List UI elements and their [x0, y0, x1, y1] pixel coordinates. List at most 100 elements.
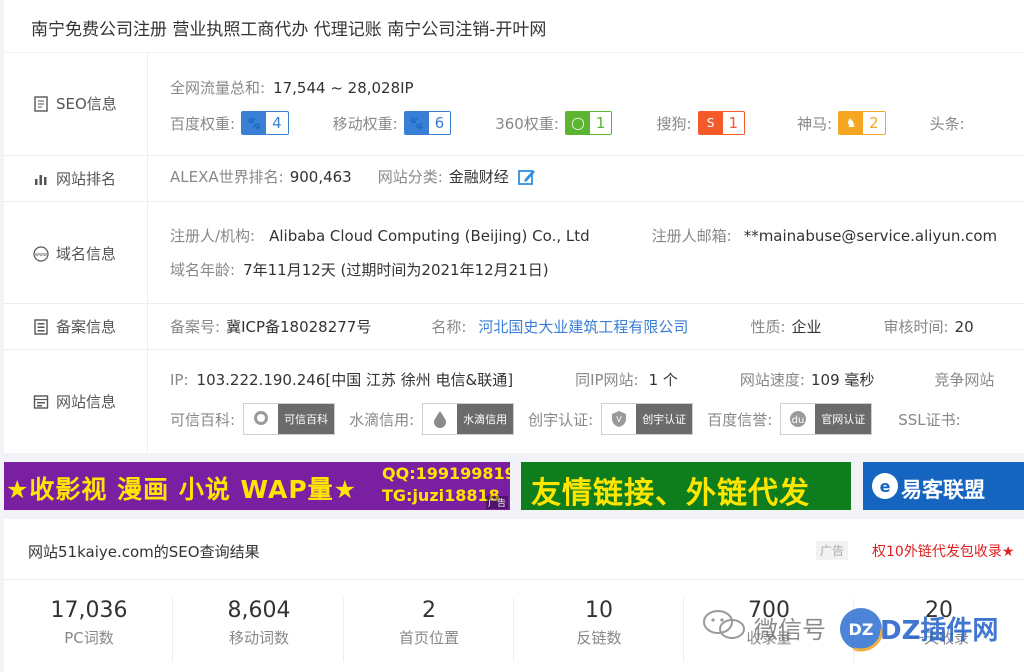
paw-icon: 🐾	[404, 112, 429, 134]
beian-type-value: 企业	[791, 318, 822, 336]
age-value: 7年11月12天 (过期时间为2021年12月21日)	[243, 261, 549, 279]
age-row: 域名年龄: 7年11月12天 (过期时间为2021年12月21日)	[170, 259, 1024, 280]
baidu-weight-badge[interactable]: 🐾 4	[241, 111, 289, 135]
same-ip-key: 同IP网站:	[575, 371, 639, 389]
beian-review-key: 审核时间:	[883, 318, 949, 336]
yike-logo-icon: e	[871, 472, 899, 504]
shenma-weight-badge[interactable]: ♞ 2	[838, 111, 886, 135]
ip-value: 103.222.190.246[中国 江苏 徐州 电信&联通]	[196, 371, 514, 389]
sogou-icon: S	[698, 112, 723, 134]
ad-banner-1-text: ★收影视 漫画 小说 WAP量★	[6, 475, 358, 504]
site-icon	[32, 393, 50, 411]
svg-text:du: du	[792, 415, 805, 426]
ad-banner-1[interactable]: ★收影视 漫画 小说 WAP量★ QQ:199199819 TG:juzi188…	[4, 462, 510, 510]
paw-icon: du	[781, 404, 816, 434]
beian-name-key: 名称:	[431, 318, 467, 336]
divider	[4, 303, 1024, 304]
category-key: 网站分类:	[377, 168, 443, 186]
compete-key: 竞争网站	[934, 371, 995, 389]
alexa-key: ALEXA世界排名:	[170, 168, 284, 186]
kexin-key: 可信百科:	[170, 410, 236, 429]
ad-banner-3-text: 易客联盟	[901, 478, 985, 502]
ad-banner-3[interactable]: e 易客联盟	[863, 462, 1024, 510]
traffic-value: 17,544 ~ 28,028IP	[273, 78, 414, 97]
watermark-brand-text: DZ插件网	[880, 616, 999, 646]
registrant-row: 注册人/机构: Alibaba Cloud Computing (Beijing…	[170, 225, 1024, 246]
divider	[4, 579, 1024, 580]
speed-key: 网站速度:	[739, 371, 805, 389]
stat-home-position[interactable]: 2 首页位置	[344, 598, 514, 648]
medal-icon	[244, 404, 279, 434]
baidu-credit-key: 百度信誉:	[707, 410, 773, 429]
beian-label: 备案信息	[32, 316, 116, 337]
column-divider	[147, 53, 148, 453]
mobile-weight-badge[interactable]: 🐾 6	[403, 111, 452, 135]
stat-pc-words[interactable]: 17,036 PC词数	[4, 598, 174, 648]
360-weight-badge[interactable]: ◯ 1	[564, 111, 613, 135]
shield-icon: V	[602, 404, 637, 434]
same-ip-value: 1 个	[648, 371, 678, 389]
weights-row: 百度权重: 🐾 4 移动权重: 🐾 6 360权重: ◯ 1 搜狗: S 1 神…	[170, 111, 1024, 135]
ssl-key: SSL证书:	[898, 410, 961, 429]
beian-name-link[interactable]: 河北国史大业建筑工程有限公司	[478, 316, 688, 337]
beian-no-value: 冀ICP备18028277号	[226, 318, 372, 336]
site-label: 网站信息	[32, 391, 116, 412]
paw-icon: 🐾	[242, 112, 267, 134]
wechat-icon	[702, 608, 746, 646]
email-key: 注册人邮箱:	[651, 227, 732, 245]
results-ad-link[interactable]: 权10外链代发包收录★	[872, 541, 1014, 561]
chuangyu-badge[interactable]: V 创宇认证	[601, 403, 694, 435]
shenma-weight-key: 神马:	[797, 114, 833, 133]
document-icon	[32, 95, 50, 113]
ad-banner-1-tg: TG:juzi18818	[382, 486, 500, 505]
alexa-value: 900,463	[289, 167, 352, 186]
360-icon: ◯	[565, 112, 590, 134]
water-drop-icon	[423, 404, 458, 434]
seo-label: SEO信息	[32, 93, 117, 114]
beian-row: 备案号: 冀ICP备18028277号 名称: 河北国史大业建筑工程有限公司 性…	[170, 316, 1024, 337]
shuidi-key: 水滴信用:	[349, 410, 415, 429]
svg-text:e: e	[880, 477, 891, 496]
sogou-weight-badge[interactable]: S 1	[697, 111, 746, 135]
mobile-weight-key: 移动权重:	[332, 114, 398, 133]
stat-mobile-words[interactable]: 8,604 移动词数	[174, 598, 344, 648]
record-icon	[32, 318, 50, 336]
baidu-credit-badge[interactable]: du 官网认证	[780, 403, 873, 435]
email-value: **mainabuse@service.aliyun.com	[743, 226, 998, 245]
sogou-weight-key: 搜狗:	[656, 114, 692, 133]
divider	[4, 349, 1024, 350]
chuangyu-key: 创宇认证:	[528, 410, 594, 429]
divider	[4, 201, 1024, 202]
page-title: 南宁免费公司注册 营业执照工商代办 代理记账 南宁公司注销-开叶网	[31, 20, 547, 40]
ad-banner-2[interactable]: 友情链接、外链代发	[521, 462, 851, 510]
beian-no-key: 备案号:	[170, 318, 221, 336]
info-card: SEO信息 全网流量总和: 17,544 ~ 28,028IP 百度权重: 🐾 …	[4, 53, 1024, 453]
registrant-key: 注册人/机构:	[170, 227, 256, 245]
toutiao-weight-key: 头条:	[929, 114, 965, 133]
ad-banner-1-qq: QQ:199199819	[382, 464, 510, 483]
svg-text:DZ: DZ	[849, 620, 874, 639]
shenma-icon: ♞	[839, 112, 864, 134]
ranking-row: ALEXA世界排名: 900,463 网站分类: 金融财经	[170, 166, 1024, 187]
results-title: 网站51kaiye.com的SEO查询结果	[28, 543, 260, 561]
traffic-row: 全网流量总和: 17,544 ~ 28,028IP	[170, 77, 1024, 98]
divider	[4, 155, 1024, 156]
ad-tag: 广告	[485, 496, 508, 509]
speed-value: 109 毫秒	[810, 371, 875, 389]
svg-text:V: V	[616, 415, 622, 424]
category-value: 金融财经	[448, 168, 509, 186]
watermark: 微信号 DZ DZ插件网	[700, 600, 1024, 660]
domain-label: www 域名信息	[32, 243, 116, 264]
www-icon: www	[32, 245, 50, 263]
stat-backlinks[interactable]: 10 反链数	[514, 598, 684, 648]
ip-row: IP: 103.222.190.246[中国 江苏 徐州 电信&联通] 同IP网…	[170, 369, 1024, 390]
age-key: 域名年龄:	[170, 261, 236, 279]
baidu-weight-key: 百度权重:	[170, 114, 236, 133]
ranking-label: 网站排名	[32, 168, 116, 189]
shuidi-badge[interactable]: 水滴信用	[422, 403, 515, 435]
kexin-badge[interactable]: 可信百科	[243, 403, 336, 435]
edit-icon[interactable]	[517, 167, 537, 187]
beian-type-key: 性质:	[750, 318, 786, 336]
dz-logo-icon: DZ	[838, 606, 884, 656]
beian-review-value: 20	[954, 317, 974, 336]
